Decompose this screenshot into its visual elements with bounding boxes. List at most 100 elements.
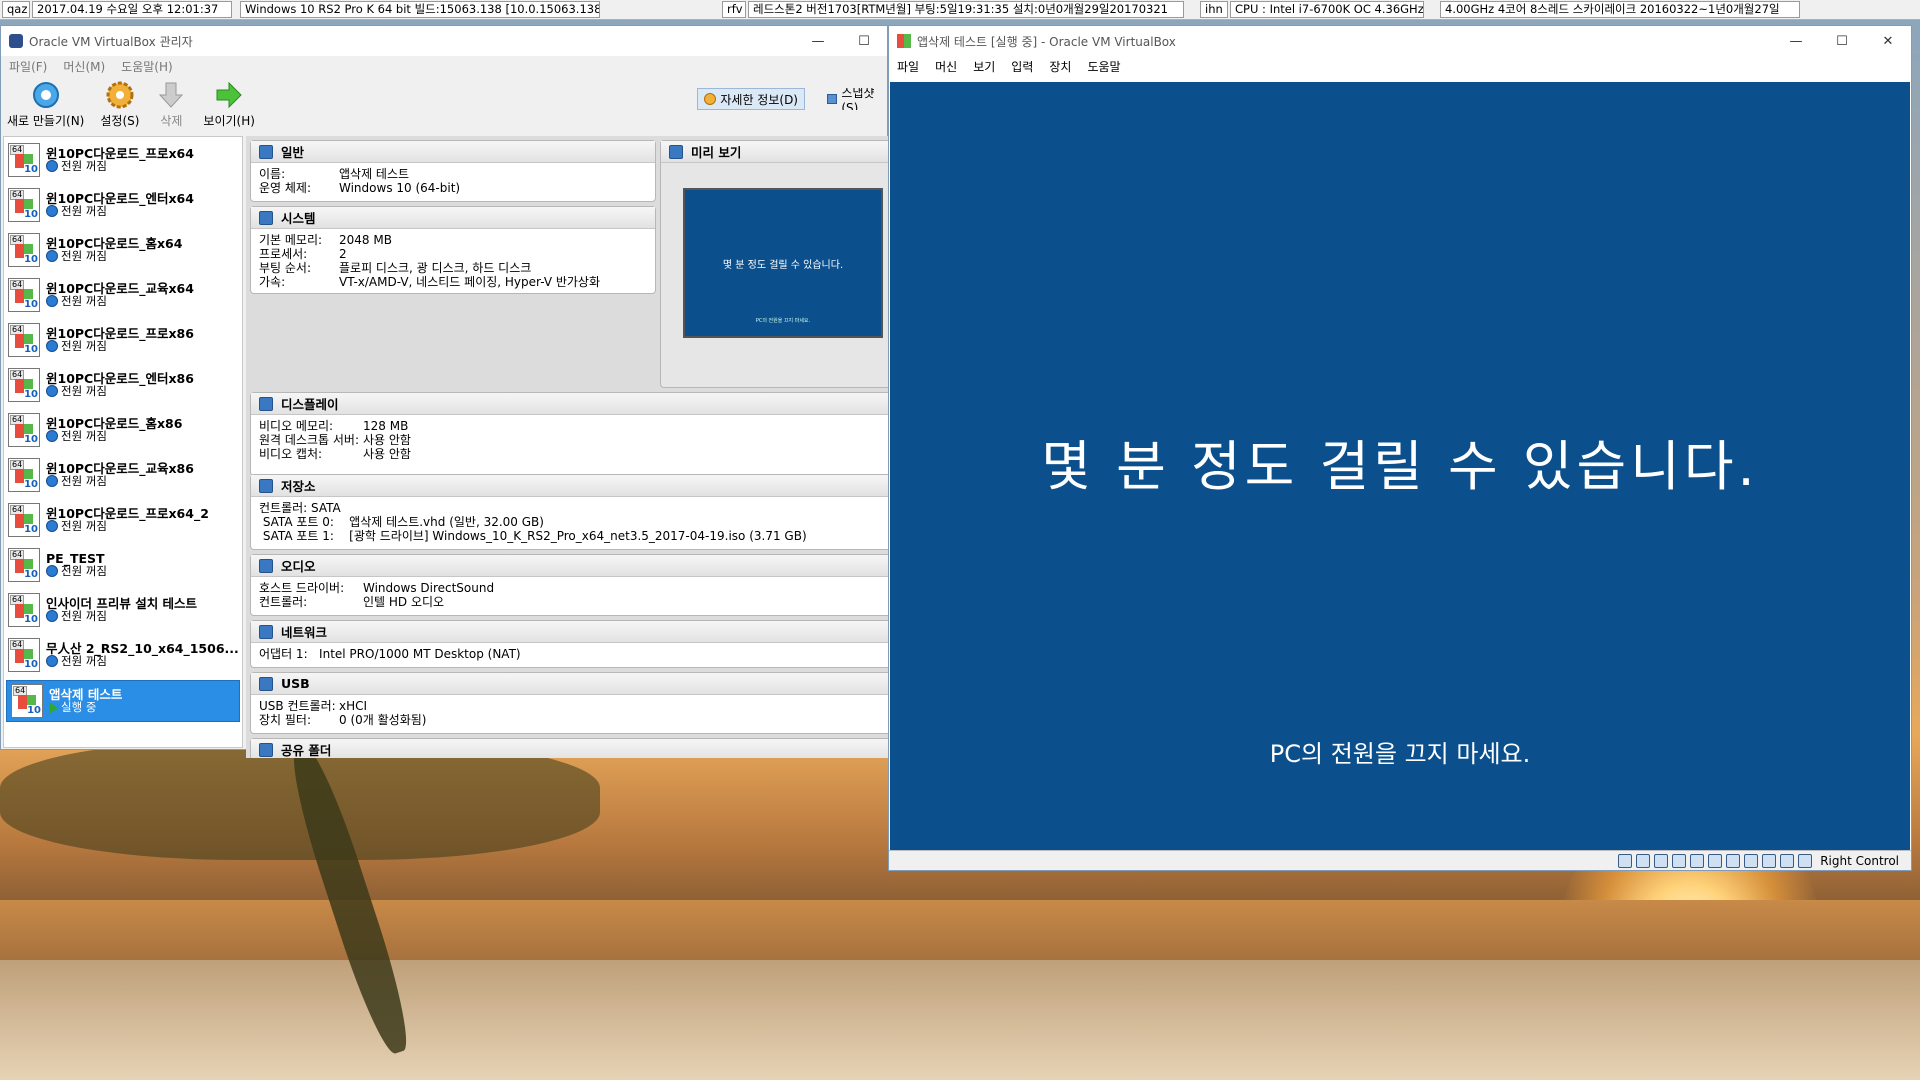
vm-state: 전원 꺼짐 [61, 158, 107, 173]
vm-name: 윈10PC다운로드_홈x64 [46, 235, 183, 251]
manager-title: Oracle VM VirtualBox 관리자 [29, 34, 193, 49]
arrow-down-disabled-icon [155, 80, 187, 110]
cpu-icon[interactable] [1762, 853, 1777, 868]
vm-list-item[interactable]: 64 10 윈10PC다운로드_프로x64 전원 꺼짐 [4, 137, 242, 182]
close-button[interactable]: ✕ [1865, 26, 1911, 56]
host-key-label: Right Control [1820, 853, 1899, 868]
section-display: 디스플레이 비디오 메모리: 128 MB 원격 데스크톱 서버: 사용 안함 비디… [250, 392, 888, 476]
vm-os-icon: 64 10 [8, 187, 40, 222]
vm-list-item[interactable]: 64 10 윈10PC다운로드_엔터x86 전원 꺼짐 [4, 362, 242, 407]
menu-help[interactable]: 도움말(H) [113, 58, 181, 75]
vm-list-item[interactable]: 64 10 PE_TEST 전원 꺼짐 [4, 542, 242, 587]
guest-titlebar[interactable]: 앱삭제 테스트 [실행 중] - Oracle VM VirtualBox — … [889, 26, 1911, 56]
vm-list-item[interactable]: 64 10 윈10PC다운로드_프로x86 전원 꺼짐 [4, 317, 242, 362]
folder-icon [259, 742, 273, 757]
powered-off-icon [46, 205, 58, 217]
vm-os-icon: 64 10 [8, 592, 40, 627]
maximize-button[interactable]: ☐ [841, 26, 887, 56]
arrow-right-icon [213, 80, 245, 110]
menu-view[interactable]: 보기 [965, 58, 1003, 75]
vm-state: 전원 꺼짐 [61, 608, 107, 623]
usb-icon[interactable] [1690, 853, 1705, 868]
general-icon [259, 144, 273, 159]
vm-list-item[interactable]: 64 10 윈10PC다운로드_프로x64_2 전원 꺼짐 [4, 497, 242, 542]
vm-name: 윈10PC다운로드_엔터x64 [46, 190, 194, 206]
running-arrow-icon [49, 701, 58, 714]
vm-list-item[interactable]: 64 10 윈10PC다운로드_교육x64 전원 꺼짐 [4, 272, 242, 317]
vm-os-icon: 64 10 [8, 547, 40, 582]
vm-name: 윈10PC다운로드_교육x64 [46, 280, 194, 296]
vm-list-item[interactable]: 64 10 윈10PC다운로드_엔터x64 전원 꺼짐 [4, 182, 242, 227]
vm-name: 무人산 2_RS2_10_x64_1506... [46, 640, 239, 656]
snapshots-button[interactable]: 스냅샷(S) [823, 88, 887, 110]
vm-state: 전원 꺼짐 [61, 338, 107, 353]
section-audio: 오디오 호스트 드라이버: Windows DirectSound 컨트롤러: 인텔… [250, 554, 888, 616]
shared-folder-icon[interactable] [1708, 853, 1723, 868]
powered-off-icon [46, 520, 58, 532]
details-button[interactable]: 자세한 정보(D) [697, 88, 805, 110]
display-icon[interactable] [1726, 853, 1741, 868]
vm-os-icon: 64 10 [8, 232, 40, 267]
vm-state: 전원 꺼짐 [61, 248, 107, 263]
menu-file[interactable]: 파일 [889, 58, 927, 75]
powered-off-icon [46, 340, 58, 352]
audio-icon[interactable] [1654, 853, 1669, 868]
vm-list-item[interactable]: 64 10 앱삭제 테스트 실행 중 [6, 680, 240, 722]
guest-display[interactable]: 몇 분 정도 걸릴 수 있습니다. PC의 전원을 끄지 마세요. [890, 82, 1910, 850]
settings-button[interactable]: 설정(S) [100, 80, 139, 129]
video-capture-icon[interactable] [1744, 853, 1759, 868]
menu-help[interactable]: 도움말 [1079, 58, 1128, 75]
menu-machine[interactable]: 머신 [927, 58, 965, 75]
maximize-button[interactable]: ☐ [1819, 26, 1865, 56]
section-system: 시스템 기본 메모리: 2048 MB 프로세서: 2 부팅 순서: 플로피 디스크,… [250, 206, 656, 294]
virtualbox-manager-window: Oracle VM VirtualBox 관리자 — ☐ 파일(F) 머신(M)… [0, 25, 888, 758]
menu-machine[interactable]: 머신(M) [55, 58, 113, 75]
menu-input[interactable]: 입력 [1003, 58, 1041, 75]
network-icon[interactable] [1672, 853, 1687, 868]
section-storage: 저장소 컨트롤러: SATA SATA 포트 0: 앱삭제 테스트.vhd (일… [250, 474, 888, 550]
vm-os-icon: 64 10 [8, 412, 40, 447]
vm-os-icon: 64 10 [8, 502, 40, 537]
powered-off-icon [46, 475, 58, 487]
hdd-icon[interactable] [1618, 853, 1633, 868]
vm-state: 전원 꺼짐 [61, 293, 107, 308]
vm-name: 윈10PC다운로드_프로x64 [46, 145, 194, 161]
delete-button[interactable]: 삭제 [155, 80, 187, 129]
section-usb: USB USB 컨트롤러: xHCI 장치 필터: 0 (0개 활성화됨) [250, 672, 888, 734]
info-hotkey: qaz [2, 1, 30, 18]
new-button[interactable]: 새로 만들기(N) [7, 80, 84, 129]
optical-disk-icon[interactable] [1636, 853, 1651, 868]
vm-os-icon: 64 10 [8, 367, 40, 402]
mouse-integration-icon[interactable] [1780, 853, 1795, 868]
vm-name: 윈10PC다운로드_프로x64_2 [46, 505, 209, 521]
vm-state: 전원 꺼짐 [61, 428, 107, 443]
virtualbox-logo-icon [9, 34, 23, 48]
vm-list-item[interactable]: 64 10 인사이더 프리뷰 설치 테스트 전원 꺼짐 [4, 587, 242, 632]
chip-icon [259, 210, 273, 225]
section-network: 네트워크 어댑터 1: Intel PRO/1000 MT Desktop (N… [250, 620, 888, 668]
new-vm-icon [30, 80, 62, 110]
vm-list-item[interactable]: 64 10 윈10PC다운로드_홈x86 전원 꺼짐 [4, 407, 242, 452]
manager-toolbar: 새로 만들기(N) 설정(S) 삭제 보이기(H) 자세한 정보(D) 스냅샷(… [1, 76, 887, 134]
info-cpu: CPU : Intel i7-6700K OC 4.36GHz [1230, 1, 1424, 18]
powered-off-icon [46, 655, 58, 667]
minimize-button[interactable]: — [795, 26, 841, 56]
keyboard-capture-icon[interactable] [1798, 853, 1813, 868]
show-button[interactable]: 보이기(H) [203, 80, 255, 129]
vm-state: 전원 꺼짐 [61, 563, 107, 578]
vm-list-item[interactable]: 64 10 윈10PC다운로드_홈x64 전원 꺼짐 [4, 227, 242, 272]
setup-message: 몇 분 정도 걸릴 수 있습니다. [1041, 435, 1759, 498]
vm-state: 전원 꺼짐 [61, 203, 107, 218]
vm-os-icon: 64 10 [11, 684, 43, 718]
minimize-button[interactable]: — [1773, 26, 1819, 56]
vm-list-item[interactable]: 64 10 윈10PC다운로드_교육x86 전원 꺼짐 [4, 452, 242, 497]
powered-off-icon [46, 295, 58, 307]
gear-icon [104, 80, 136, 110]
menu-file[interactable]: 파일(F) [1, 58, 55, 75]
menu-devices[interactable]: 장치 [1041, 58, 1079, 75]
manager-titlebar[interactable]: Oracle VM VirtualBox 관리자 — ☐ [1, 26, 887, 56]
wallpaper-beach [0, 960, 1920, 1080]
vm-state: 전원 꺼짐 [61, 383, 107, 398]
vm-name: 윈10PC다운로드_교육x86 [46, 460, 194, 476]
vm-list-item[interactable]: 64 10 무人산 2_RS2_10_x64_1506... 전원 꺼짐 [4, 632, 242, 677]
